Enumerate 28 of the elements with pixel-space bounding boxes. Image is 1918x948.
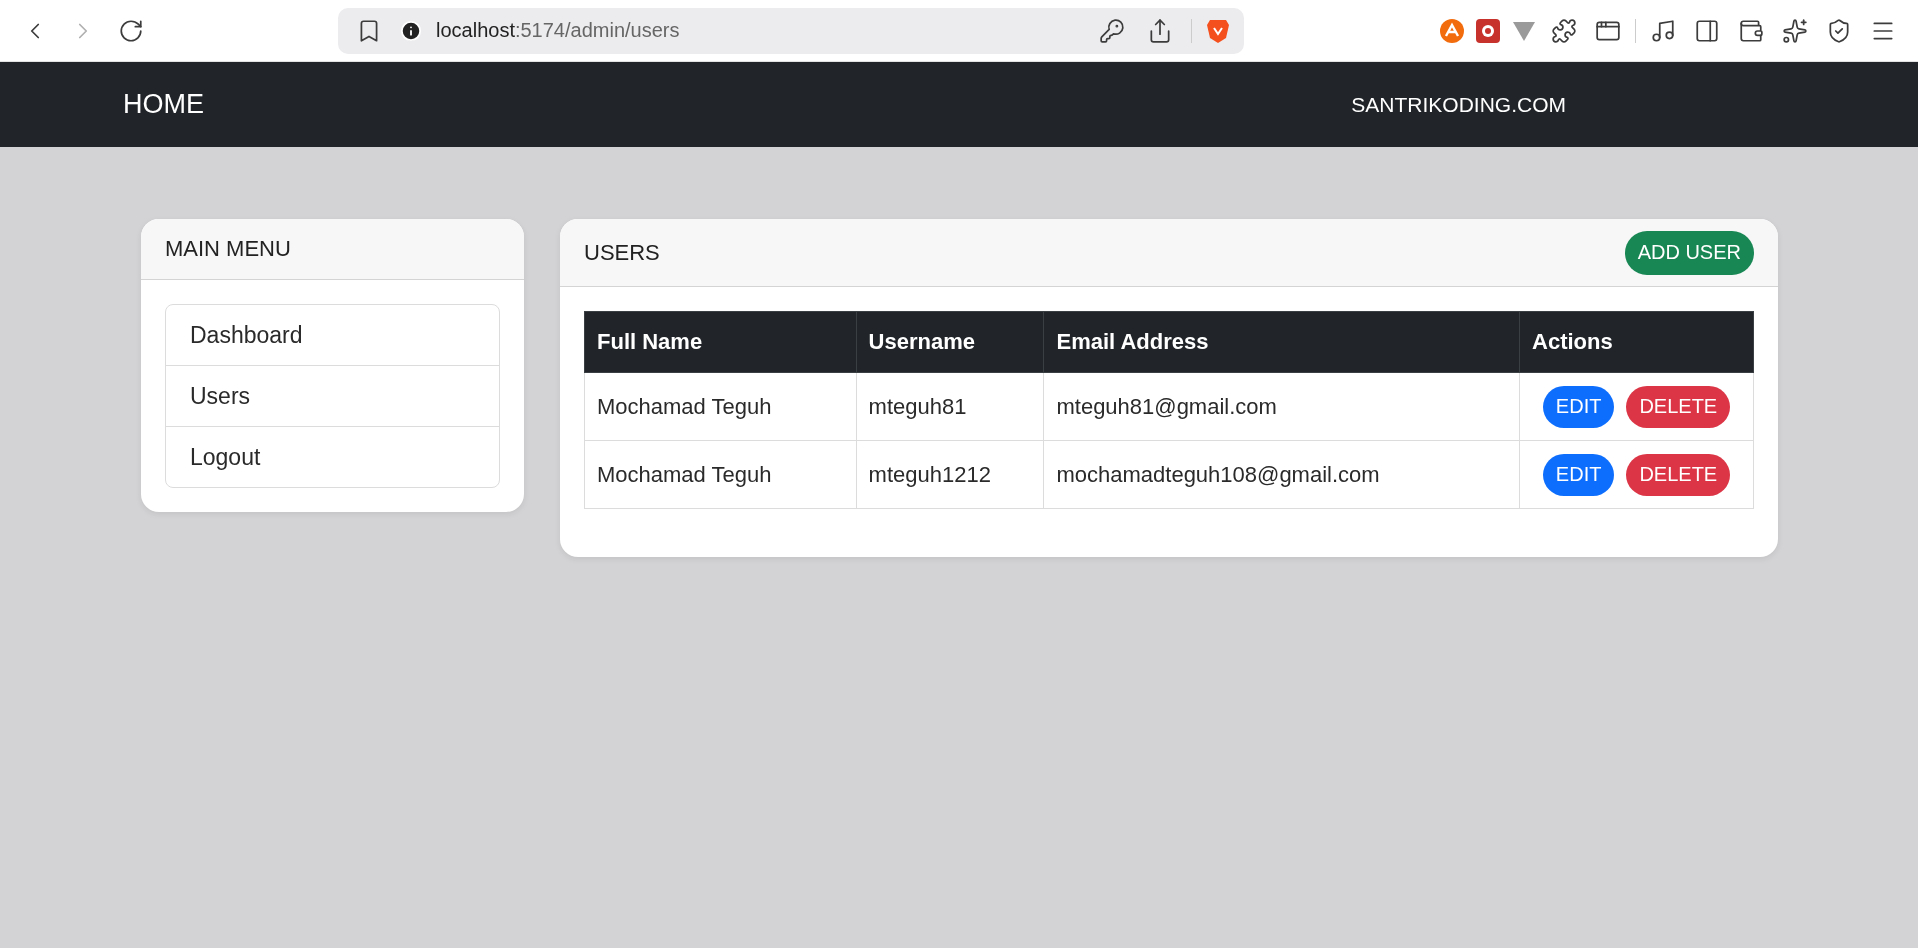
menu-item[interactable]: Users xyxy=(166,365,499,426)
extension-icon[interactable] xyxy=(1439,17,1465,44)
extension-icon[interactable] xyxy=(1475,17,1501,44)
delete-button[interactable]: DELETE xyxy=(1626,453,1731,496)
edit-button[interactable]: EDIT xyxy=(1542,453,1615,496)
url-text: localhost:5174/admin/users xyxy=(436,19,681,42)
column-header: Username xyxy=(856,311,1044,373)
table-cell: Mochamad Teguh xyxy=(584,372,857,441)
edit-button[interactable]: EDIT xyxy=(1542,385,1615,428)
address-bar[interactable]: localhost:5174/admin/users xyxy=(338,7,1244,54)
menu-item[interactable]: Dashboard xyxy=(166,305,499,365)
brand-link[interactable]: HOME xyxy=(123,89,204,120)
column-header: Full Name xyxy=(584,311,857,373)
card-title: MAIN MENU xyxy=(165,236,291,262)
table-cell: mteguh81 xyxy=(856,372,1044,441)
add-user-button[interactable]: ADD USER xyxy=(1624,230,1754,275)
table-cell: mteguh81@gmail.com xyxy=(1043,372,1520,441)
table-cell: mochamadteguh108@gmail.com xyxy=(1043,440,1520,509)
menu-item[interactable]: Logout xyxy=(166,426,499,487)
table-cell: mteguh1212 xyxy=(856,440,1044,509)
column-header: Email Address xyxy=(1043,311,1520,373)
shield-logo-icon[interactable] xyxy=(1206,17,1230,44)
site-link[interactable]: SANTRIKODING.COM xyxy=(1351,92,1566,117)
table-cell: Mochamad Teguh xyxy=(584,440,857,509)
info-icon[interactable] xyxy=(400,19,422,42)
card-title: USERS xyxy=(584,239,660,266)
column-header: Actions xyxy=(1519,311,1754,373)
delete-button[interactable]: DELETE xyxy=(1626,385,1731,428)
